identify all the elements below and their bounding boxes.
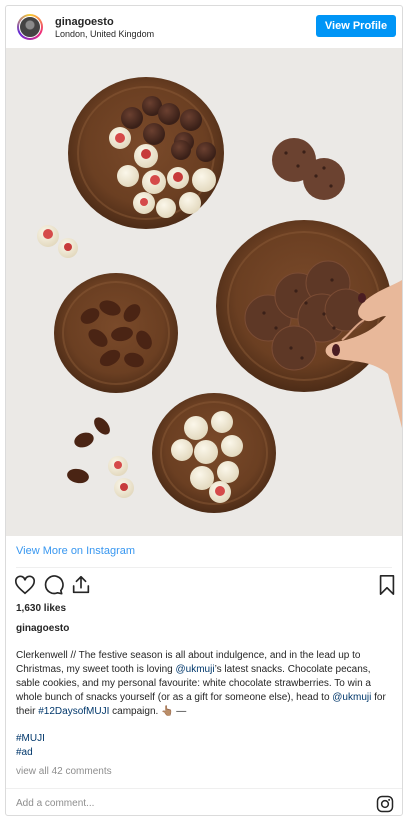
hashtag-link[interactable]: #MUJI	[16, 732, 45, 746]
hashtag-link[interactable]: #ad	[16, 746, 45, 760]
divider	[16, 567, 392, 568]
mention-link[interactable]: @ukmuji	[332, 692, 371, 703]
share-icon[interactable]	[70, 574, 92, 596]
post-header: ginagoesto London, United Kingdom View P…	[6, 6, 402, 49]
hashtag-list: #MUJI #ad	[16, 732, 45, 760]
avatar[interactable]	[17, 14, 43, 40]
comment-divider	[6, 788, 402, 789]
caption-text: Clerkenwell // The festive season is all…	[16, 649, 394, 719]
post-image[interactable]	[6, 48, 402, 536]
photo-illustration	[6, 48, 402, 536]
instagram-logo-icon[interactable]	[376, 795, 394, 813]
heart-icon[interactable]	[14, 574, 36, 596]
comment-icon[interactable]	[42, 574, 64, 596]
caption-username[interactable]: ginagoesto	[16, 623, 69, 634]
action-bar	[14, 574, 396, 598]
view-profile-button[interactable]: View Profile	[316, 15, 396, 37]
bookmark-icon[interactable]	[376, 574, 398, 596]
instagram-embed-card: ginagoesto London, United Kingdom View P…	[5, 5, 403, 816]
view-all-comments-link[interactable]: view all 42 comments	[16, 766, 112, 777]
add-comment-input[interactable]: Add a comment...	[16, 798, 94, 809]
location-link[interactable]: London, United Kingdom	[55, 29, 154, 39]
view-more-link[interactable]: View More on Instagram	[16, 545, 135, 557]
hashtag-link[interactable]: #12DaysofMUJI	[38, 706, 109, 717]
mention-link[interactable]: @ukmuji	[176, 664, 215, 675]
username-link[interactable]: ginagoesto	[55, 16, 114, 28]
caption-part4: campaign. 👆🏽 —	[109, 706, 187, 717]
likes-count[interactable]: 1,630 likes	[16, 603, 66, 614]
